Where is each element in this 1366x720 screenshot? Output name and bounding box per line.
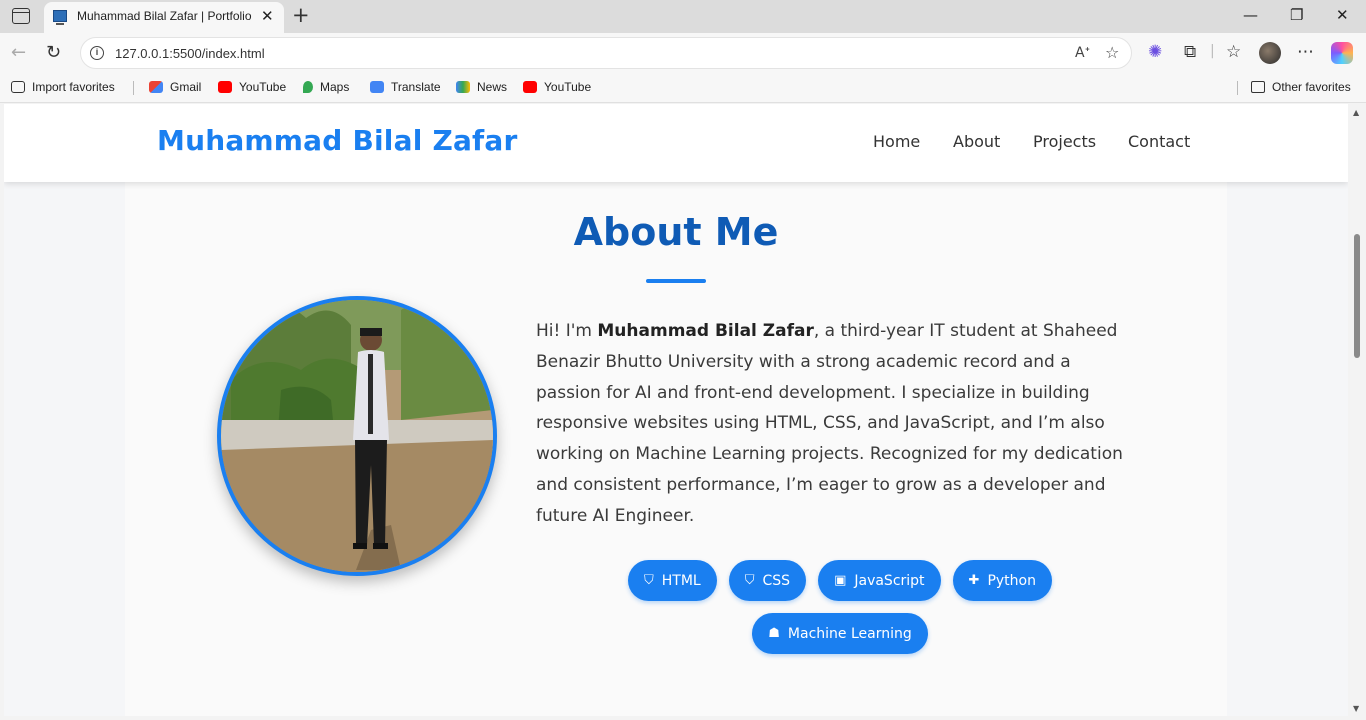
scroll-down-icon[interactable]: ▼	[1353, 704, 1359, 713]
address-bar-row: ← ↻ i 127.0.0.1:5500/index.html Aᐩ ☆ ✺ ⧉…	[0, 33, 1366, 73]
html5-icon: ⛉	[644, 573, 654, 588]
tab-strip: Muhammad Bilal Zafar | Portfolio ✕ + — ❐…	[0, 0, 1366, 33]
youtube-icon	[523, 81, 537, 93]
close-tab-icon[interactable]: ✕	[261, 7, 274, 25]
close-window-icon[interactable]: ✕	[1336, 6, 1349, 24]
other-favorites-label: Other favorites	[1272, 80, 1351, 94]
restore-icon[interactable]: ❐	[1290, 6, 1303, 24]
address-bar[interactable]: i 127.0.0.1:5500/index.html Aᐩ ☆	[80, 37, 1132, 69]
more-menu-icon[interactable]: ⋯	[1297, 42, 1314, 62]
profile-avatar[interactable]	[1259, 42, 1281, 64]
bookmark-maps[interactable]: Maps	[303, 80, 349, 94]
bookmark-label: YouTube	[239, 80, 287, 94]
skill-machine-learning[interactable]: ☗ Machine Learning	[752, 613, 928, 654]
scroll-up-icon[interactable]: ▲	[1353, 108, 1359, 117]
skill-css[interactable]: ⛉ CSS	[728, 560, 807, 601]
refresh-icon[interactable]: ↻	[46, 42, 61, 63]
site-header: Muhammad Bilal Zafar Home About Projects…	[4, 104, 1348, 182]
python-icon: ✚	[968, 573, 980, 588]
back-icon[interactable]: ←	[11, 42, 26, 63]
about-name: Muhammad Bilal Zafar	[597, 321, 814, 341]
skill-label: JavaScript	[854, 572, 925, 589]
about-title: About Me	[573, 210, 779, 254]
about-section: About Me Hi! I'm Muhammad Bilal Zafar, a…	[125, 182, 1227, 716]
url-input[interactable]: 127.0.0.1:5500/index.html	[115, 46, 265, 61]
bookmark-label: Maps	[320, 80, 350, 94]
skill-label: CSS	[762, 572, 791, 589]
bookmark-news[interactable]: News	[456, 80, 507, 94]
tab-title: Muhammad Bilal Zafar | Portfolio	[77, 9, 252, 23]
gmail-icon	[149, 81, 163, 93]
other-favorites[interactable]: Other favorites	[1251, 80, 1351, 94]
page-viewport: Muhammad Bilal Zafar Home About Projects…	[4, 104, 1348, 716]
favorites-icon[interactable]: ☆	[1226, 42, 1241, 62]
bookmark-label: Gmail	[170, 80, 202, 94]
skill-label: Machine Learning	[787, 625, 912, 642]
news-icon	[456, 81, 470, 93]
favicon-icon	[53, 10, 67, 25]
read-aloud-icon[interactable]: Aᐩ	[1075, 45, 1090, 61]
profile-photo	[217, 296, 497, 576]
new-tab-icon[interactable]: +	[292, 3, 310, 27]
css3-icon: ⛉	[744, 573, 755, 588]
extension-icon[interactable]: ✺	[1148, 42, 1162, 62]
skill-label: Python	[987, 572, 1036, 589]
toolbar-divider: |	[1210, 43, 1215, 59]
maps-icon	[303, 81, 313, 93]
nav-about[interactable]: About	[953, 132, 1000, 151]
nav-projects[interactable]: Projects	[1033, 132, 1096, 151]
about-description: Hi! I'm Muhammad Bilal Zafar, a third-ye…	[536, 316, 1136, 532]
bookmark-label: News	[477, 80, 508, 94]
bookmarks-divider	[1237, 81, 1238, 95]
nav-home[interactable]: Home	[873, 132, 920, 151]
tab-actions-icon[interactable]	[12, 8, 30, 24]
skill-javascript[interactable]: ▣ JavaScript	[818, 560, 941, 601]
about-intro-text: Hi! I'm	[536, 321, 598, 341]
copilot-icon[interactable]	[1331, 42, 1353, 64]
skill-python[interactable]: ✚ Python	[952, 560, 1052, 601]
scroll-thumb[interactable]	[1354, 234, 1360, 358]
nav-contact[interactable]: Contact	[1128, 132, 1190, 151]
js-icon: ▣	[834, 573, 847, 588]
youtube-icon	[218, 81, 232, 93]
import-icon	[11, 81, 25, 93]
bookmark-label: Import favorites	[32, 80, 115, 94]
bookmarks-bar: Import favorites Gmail YouTube Maps Tran…	[0, 73, 1366, 103]
title-underline	[646, 279, 706, 283]
robot-icon: ☗	[768, 626, 780, 641]
page-scrollbar[interactable]: ▲ ▼	[1348, 104, 1366, 716]
skill-html[interactable]: ⛉ HTML	[628, 560, 717, 601]
skills-list: ⛉ HTML ⛉ CSS ▣ JavaScript ✚ Python ☗ Mac…	[605, 560, 1075, 654]
bookmark-import-favorites[interactable]: Import favorites	[11, 80, 115, 94]
extensions-puzzle-icon[interactable]: ⧉	[1184, 42, 1196, 62]
bookmark-gmail[interactable]: Gmail	[149, 80, 201, 94]
site-logo[interactable]: Muhammad Bilal Zafar	[157, 124, 518, 157]
bookmark-youtube[interactable]: YouTube	[218, 80, 286, 94]
bookmark-label: Translate	[391, 80, 441, 94]
translate-icon	[370, 81, 384, 93]
active-tab[interactable]: Muhammad Bilal Zafar | Portfolio ✕	[44, 2, 284, 33]
about-body-text: , a third-year IT student at Shaheed Ben…	[536, 321, 1123, 526]
favorite-star-icon[interactable]: ☆	[1105, 43, 1119, 62]
site-info-icon[interactable]: i	[90, 46, 104, 60]
bookmark-label: YouTube	[544, 80, 592, 94]
bookmark-translate[interactable]: Translate	[370, 80, 441, 94]
skill-label: HTML	[661, 572, 701, 589]
bookmarks-divider	[133, 81, 134, 95]
minimize-icon[interactable]: —	[1243, 6, 1258, 24]
folder-icon	[1251, 81, 1265, 93]
bookmark-youtube-2[interactable]: YouTube	[523, 80, 591, 94]
